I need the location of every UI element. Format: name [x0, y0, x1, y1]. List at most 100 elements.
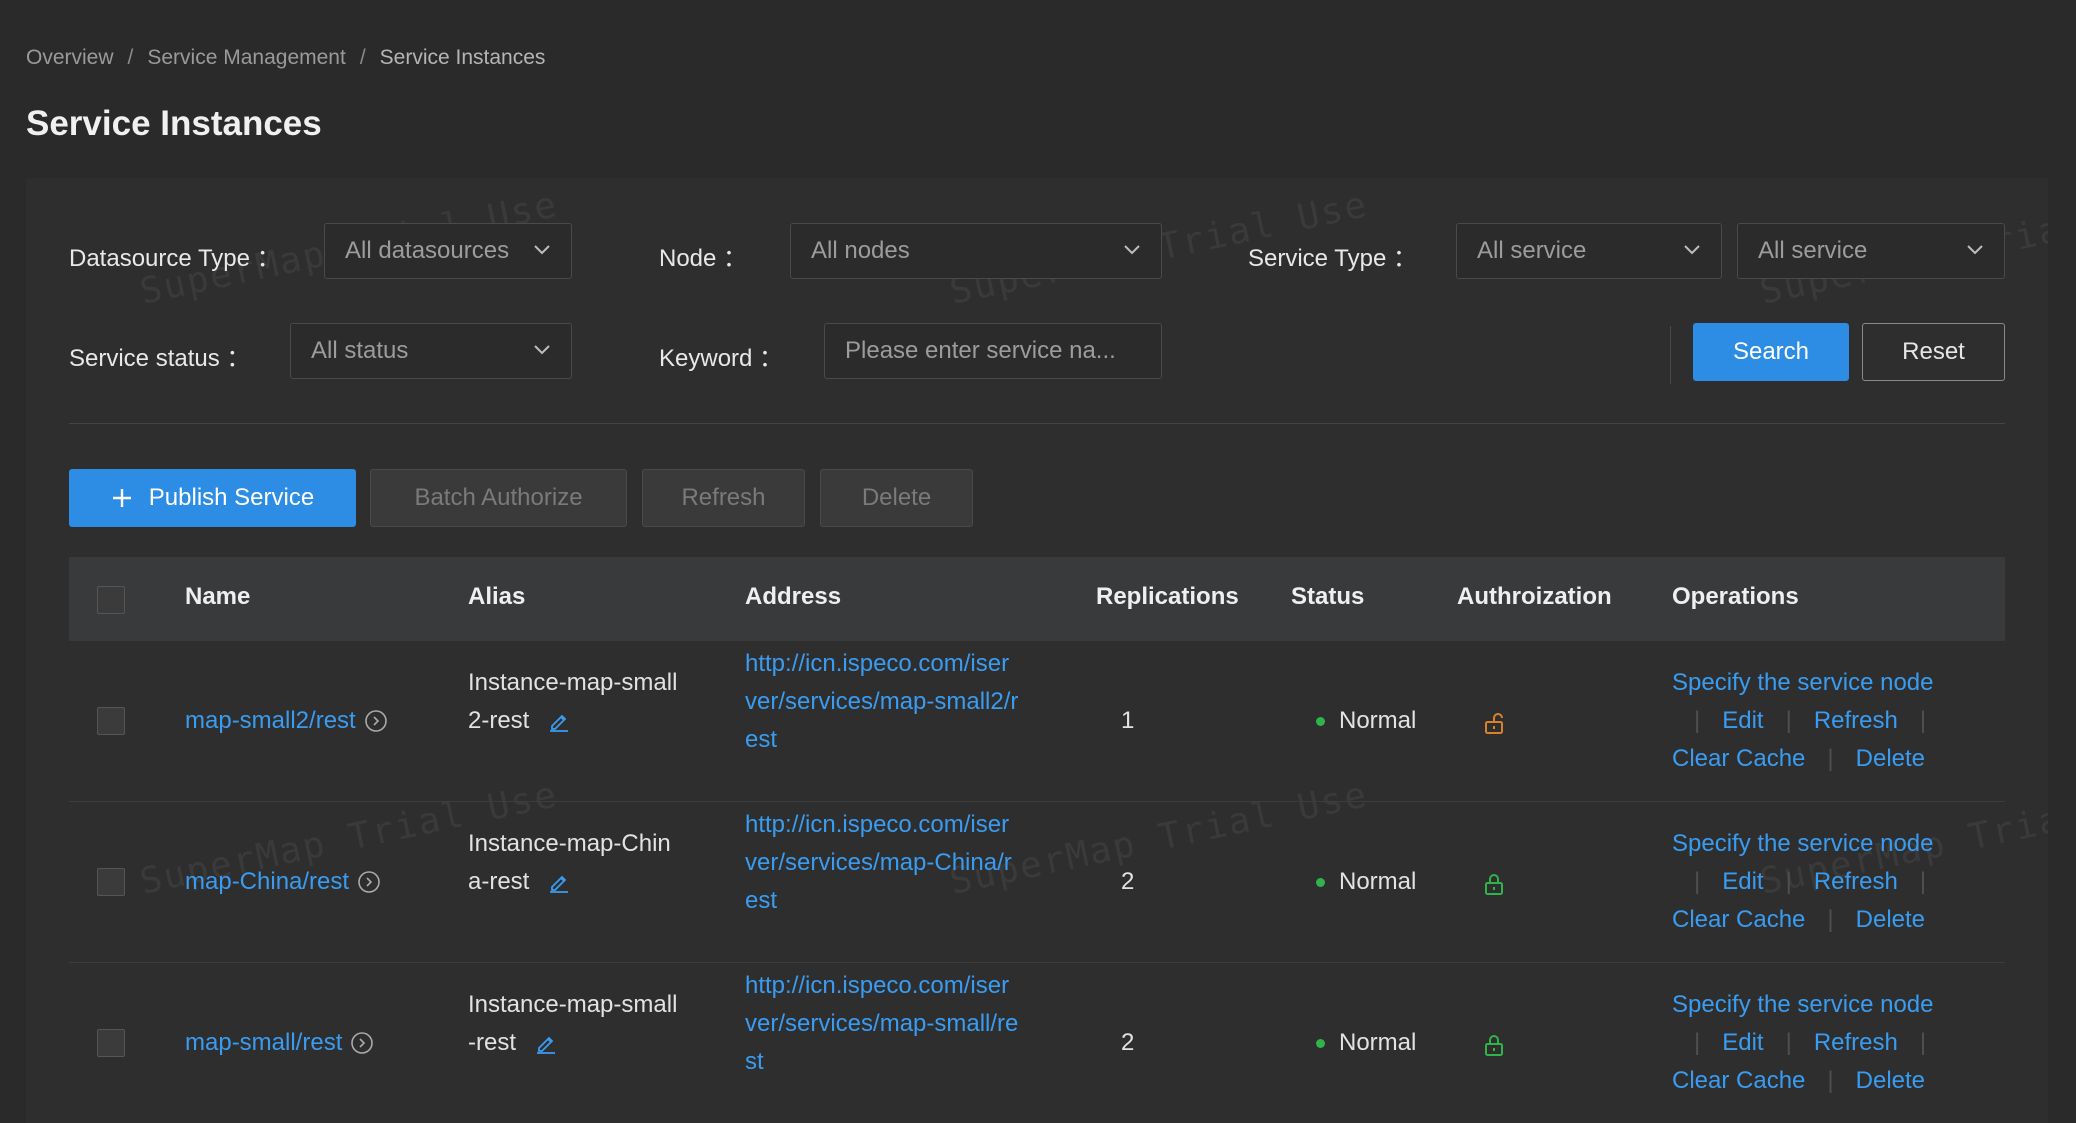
- circle-arrow-right-icon[interactable]: [364, 709, 388, 733]
- address-line[interactable]: http://icn.ispeco.com/iser: [745, 645, 1018, 683]
- address-line[interactable]: est: [745, 721, 1018, 759]
- chevron-down-icon: [1967, 245, 1983, 255]
- delete-button[interactable]: Delete: [820, 469, 973, 527]
- row-checkbox[interactable]: [97, 868, 125, 896]
- row-checkbox[interactable]: [97, 1029, 125, 1057]
- status-cell: Normal: [1316, 1024, 1416, 1062]
- search-button[interactable]: Search: [1693, 323, 1849, 381]
- service-name-link[interactable]: map-China/rest: [185, 863, 349, 901]
- lock-open-icon[interactable]: [1483, 711, 1505, 735]
- op-separator: |: [1919, 707, 1927, 734]
- clear-cache-link[interactable]: Clear Cache: [1672, 1067, 1805, 1094]
- refresh-link[interactable]: Refresh: [1814, 707, 1898, 734]
- operations-cell: Specify the service node | Edit | Refresh |: [1672, 825, 1948, 901]
- edit-link[interactable]: Edit: [1722, 868, 1763, 895]
- address-line[interactable]: http://icn.ispeco.com/iser: [745, 967, 1018, 1005]
- publish-service-button[interactable]: Publish Service: [69, 469, 356, 527]
- replications-cell: 2: [1121, 868, 1135, 895]
- delete-link[interactable]: Delete: [1856, 745, 1925, 772]
- reset-button[interactable]: Reset: [1862, 323, 2005, 381]
- address-line[interactable]: est: [745, 882, 1012, 920]
- address-line[interactable]: ver/services/map-small2/r: [745, 683, 1018, 721]
- refresh-link[interactable]: Refresh: [1814, 1029, 1898, 1056]
- circle-arrow-right-icon[interactable]: [357, 870, 381, 894]
- column-header-status[interactable]: Status: [1291, 583, 1364, 611]
- batch-authorize-button[interactable]: Batch Authorize: [370, 469, 627, 527]
- lock-closed-icon[interactable]: [1483, 872, 1505, 896]
- address-line[interactable]: ver/services/map-small/re: [745, 1005, 1018, 1043]
- chevron-down-icon: [1684, 245, 1700, 255]
- select-all-checkbox[interactable]: [97, 586, 125, 614]
- service-status-select[interactable]: All status: [290, 323, 572, 379]
- clear-cache-link[interactable]: Clear Cache: [1672, 906, 1805, 933]
- status-text: Normal: [1339, 1029, 1417, 1056]
- address-cell[interactable]: http://icn.ispeco.com/iser ver/services/…: [745, 806, 1012, 920]
- column-header-alias[interactable]: Alias: [468, 583, 525, 611]
- op-separator: |: [1785, 707, 1792, 734]
- datasource-type-select[interactable]: All datasources: [324, 223, 572, 279]
- column-header-replications[interactable]: Replications: [1096, 583, 1239, 611]
- status-dot: [1316, 877, 1325, 887]
- breadcrumb-service-management[interactable]: Service Management: [147, 46, 345, 70]
- alias-text-line2: 2-rest: [468, 707, 530, 734]
- edit-link[interactable]: Edit: [1722, 707, 1763, 734]
- operations-cell-line3: Clear Cache | Delete: [1672, 901, 1925, 939]
- breadcrumb-separator: /: [359, 46, 366, 69]
- address-line[interactable]: ver/services/map-China/r: [745, 844, 1012, 882]
- alias-cell: Instance-map-small -rest: [468, 986, 677, 1062]
- breadcrumb-overview[interactable]: Overview: [26, 46, 114, 70]
- status-cell: Normal: [1316, 863, 1416, 901]
- table-row: map-China/rest Instance-map-Chin a-rest …: [69, 802, 2005, 963]
- address-cell[interactable]: http://icn.ispeco.com/iser ver/services/…: [745, 967, 1018, 1081]
- authorization-cell: [1483, 1031, 1505, 1069]
- status-cell: Normal: [1316, 702, 1416, 740]
- operations-cell-line3: Clear Cache | Delete: [1672, 1062, 1925, 1100]
- clear-cache-link[interactable]: Clear Cache: [1672, 745, 1805, 772]
- row-checkbox[interactable]: [97, 707, 125, 735]
- table-row: map-small/rest Instance-map-small -rest …: [69, 963, 2005, 1123]
- alias-cell: Instance-map-small 2-rest: [468, 664, 677, 740]
- content-panel: SuperMap Trial Use SuperMap Trial Use Su…: [26, 178, 2048, 1123]
- filter-toolbar-divider: [69, 423, 2005, 424]
- delete-link[interactable]: Delete: [1856, 906, 1925, 933]
- status-dot: [1316, 1038, 1325, 1048]
- node-select[interactable]: All nodes: [790, 223, 1162, 279]
- service-type-label: Service Type ：: [1248, 245, 1417, 272]
- specify-service-node-link[interactable]: Specify the service node: [1672, 991, 1933, 1018]
- edit-pencil-icon[interactable]: [547, 870, 571, 894]
- column-header-authorization[interactable]: Authroization: [1457, 583, 1612, 611]
- table-header: Name Alias Address Replications Status A…: [69, 557, 2005, 641]
- refresh-link[interactable]: Refresh: [1814, 868, 1898, 895]
- column-header-name[interactable]: Name: [185, 583, 250, 611]
- breadcrumb-separator: /: [127, 46, 134, 69]
- op-separator: |: [1919, 868, 1927, 895]
- breadcrumb: Overview / Service Management / Service …: [26, 46, 545, 70]
- alias-text-line2: -rest: [468, 1029, 516, 1056]
- replications-cell: 1: [1121, 707, 1135, 734]
- delete-link[interactable]: Delete: [1856, 1067, 1925, 1094]
- op-separator: |: [1919, 1029, 1927, 1056]
- node-label: Node ：: [659, 245, 748, 272]
- service-status-value: All status: [311, 337, 409, 364]
- address-line[interactable]: st: [745, 1043, 1018, 1081]
- service-name-link[interactable]: map-small/rest: [185, 1024, 342, 1062]
- status-text: Normal: [1339, 868, 1417, 895]
- keyword-input[interactable]: Please enter service na...: [824, 323, 1162, 379]
- service-name-link[interactable]: map-small2/rest: [185, 702, 356, 740]
- service-type-select[interactable]: All service: [1456, 223, 1722, 279]
- service-subtype-select[interactable]: All service: [1737, 223, 2005, 279]
- edit-pencil-icon[interactable]: [547, 709, 571, 733]
- edit-pencil-icon[interactable]: [534, 1031, 558, 1055]
- operations-cell: Specify the service node | Edit | Refresh |: [1672, 664, 1948, 740]
- circle-arrow-right-icon[interactable]: [350, 1031, 374, 1055]
- chevron-down-icon: [1124, 245, 1140, 255]
- edit-link[interactable]: Edit: [1722, 1029, 1763, 1056]
- specify-service-node-link[interactable]: Specify the service node: [1672, 669, 1933, 696]
- chevron-down-icon: [534, 345, 550, 355]
- refresh-button[interactable]: Refresh: [642, 469, 805, 527]
- lock-closed-icon[interactable]: [1483, 1033, 1505, 1057]
- address-line[interactable]: http://icn.ispeco.com/iser: [745, 806, 1012, 844]
- specify-service-node-link[interactable]: Specify the service node: [1672, 830, 1933, 857]
- column-header-address[interactable]: Address: [745, 583, 841, 611]
- address-cell[interactable]: http://icn.ispeco.com/iser ver/services/…: [745, 645, 1018, 759]
